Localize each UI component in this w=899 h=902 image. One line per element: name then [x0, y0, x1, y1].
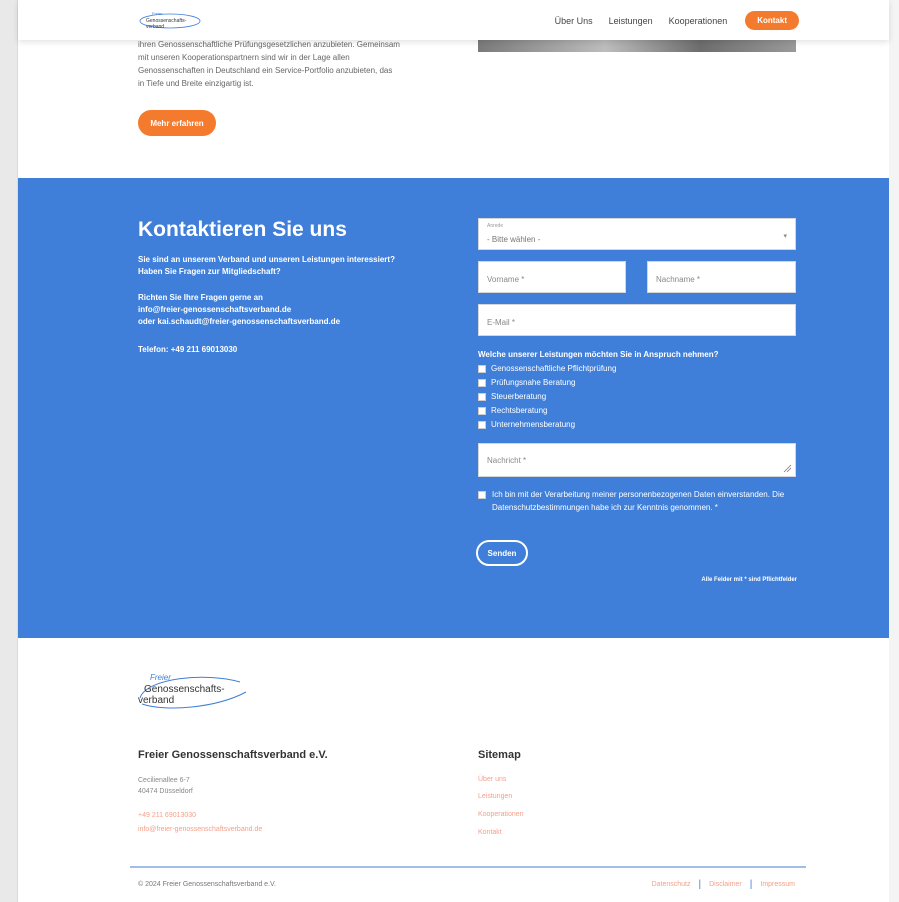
contact-intro-line: Sie sind an unserem Verband und unseren … — [138, 255, 395, 264]
nav-item-kooperationen[interactable]: Kooperationen — [669, 16, 728, 26]
sitemap-link-kontakt[interactable]: Kontakt — [478, 829, 502, 836]
nav-item-leistungen[interactable]: Leistungen — [609, 16, 653, 26]
email-placeholder: E-Mail * — [487, 318, 516, 327]
consent-text: Ich bin mit der Verarbeitung meiner pers… — [492, 490, 785, 512]
service-label: Prüfungsnahe Beratung — [491, 378, 576, 387]
services-question: Welche unserer Leistungen möchten Sie in… — [478, 350, 719, 359]
footer-logo-line-3: verband — [138, 695, 174, 706]
salutation-select[interactable]: Anrede - Bitte wählen - ▾ — [478, 218, 796, 250]
footer-address: Cecilienallee 6-7 40474 Düsseldorf — [138, 775, 193, 797]
chevron-down-icon: ▾ — [783, 233, 787, 240]
contact-phone[interactable]: Telefon: +49 211 69013030 — [138, 344, 448, 356]
footer-address-line: 40474 Düsseldorf — [138, 788, 193, 795]
service-checkbox[interactable] — [478, 392, 486, 401]
header-logo[interactable]: Freier Genossenschafts- verband — [138, 8, 202, 32]
footer-email-link[interactable]: info@freier-genossenschaftsverband.de — [138, 826, 262, 833]
firstname-placeholder: Vorname * — [487, 275, 525, 284]
service-option-2[interactable]: Prüfungsnahe Beratung — [478, 378, 576, 387]
service-checkbox[interactable] — [478, 378, 486, 387]
service-option-5[interactable]: Unternehmensberatung — [478, 420, 575, 429]
intro-image — [478, 38, 796, 52]
contact-email-info: Richten Sie Ihre Fragen gerne an info@fr… — [138, 292, 448, 328]
resize-handle-icon[interactable] — [782, 463, 792, 473]
service-checkbox[interactable] — [478, 364, 486, 373]
message-placeholder: Nachricht * — [487, 456, 527, 465]
contact-email-link[interactable]: info@freier-genossenschaftsverband.de — [138, 304, 448, 316]
legal-link-datenschutz[interactable]: Datenschutz — [652, 881, 691, 888]
intro-line: Genossenschaften in Deutschland ein Serv… — [138, 66, 393, 75]
lastname-placeholder: Nachname * — [656, 275, 701, 284]
sitemap-link-ueber-uns[interactable]: Über uns — [478, 776, 506, 783]
page-edge-right — [889, 0, 899, 902]
contact-email-line: Richten Sie Ihre Fragen gerne an — [138, 293, 263, 302]
intro-line: in Tiefe und Breite einzigartig ist. — [138, 79, 254, 88]
service-checkbox[interactable] — [478, 420, 486, 429]
email-input[interactable]: E-Mail * — [478, 304, 796, 336]
service-option-4[interactable]: Rechtsberatung — [478, 406, 547, 415]
legal-separator: | — [698, 879, 702, 890]
nav-item-ueber-uns[interactable]: Über Uns — [555, 16, 593, 26]
consent-checkbox-row[interactable]: Ich bin mit der Verarbeitung meiner pers… — [478, 488, 798, 514]
legal-link-disclaimer[interactable]: Disclaimer — [709, 881, 742, 888]
service-option-1[interactable]: Genossenschaftliche Pflichtprüfung — [478, 364, 616, 373]
salutation-value: - Bitte wählen - — [487, 235, 541, 244]
contact-email-line-2[interactable]: oder kai.schaudt@freier-genossenschaftsv… — [138, 316, 448, 328]
main-nav: Über Uns Leistungen Kooperationen Kontak… — [555, 11, 799, 30]
consent-checkbox[interactable] — [478, 491, 486, 499]
nav-contact-button[interactable]: Kontakt — [745, 11, 799, 30]
lastname-input[interactable]: Nachname * — [647, 261, 796, 293]
copyright-text: © 2024 Freier Genossenschaftsverband e.V… — [138, 881, 276, 888]
footer-logo-line-1: Freier — [150, 673, 171, 682]
header-logo-text-1: Freier — [152, 11, 163, 16]
footer-sitemap-title: Sitemap — [478, 749, 521, 761]
salutation-label: Anrede — [487, 223, 504, 229]
contact-title: Kontaktieren Sie uns — [138, 218, 347, 241]
contact-section: Kontaktieren Sie uns Sie sind an unserem… — [18, 178, 889, 638]
footer-logo-line-2: Genossenschafts- — [144, 684, 225, 695]
message-textarea[interactable]: Nachricht * — [478, 443, 796, 477]
send-button[interactable]: Senden — [476, 540, 528, 566]
footer-phone-link[interactable]: +49 211 69013030 — [138, 812, 196, 819]
legal-links: Datenschutz | Disclaimer | Impressum — [652, 879, 795, 890]
contact-intro-line: Haben Sie Fragen zur Mitgliedschaft? — [138, 267, 281, 276]
sitemap-link-kooperationen[interactable]: Kooperationen — [478, 811, 524, 818]
footer-address-line: Cecilienallee 6-7 — [138, 777, 190, 784]
service-option-3[interactable]: Steuerberatung — [478, 392, 546, 401]
legal-link-impressum[interactable]: Impressum — [760, 881, 795, 888]
service-checkbox[interactable] — [478, 406, 486, 415]
legal-separator: | — [749, 879, 753, 890]
intro-text: ihren Genossenschaftliche Prüfungsgesetz… — [138, 38, 458, 90]
header-logo-text-3: verband — [146, 24, 164, 30]
sitemap-link-leistungen[interactable]: Leistungen — [478, 793, 512, 800]
service-label: Genossenschaftliche Pflichtprüfung — [491, 364, 617, 373]
service-label: Unternehmensberatung — [491, 420, 576, 429]
page-edge-left — [0, 0, 18, 902]
service-label: Rechtsberatung — [491, 406, 548, 415]
contact-intro: Sie sind an unserem Verband und unseren … — [138, 254, 448, 278]
service-label: Steuerberatung — [491, 392, 547, 401]
firstname-input[interactable]: Vorname * — [478, 261, 626, 293]
more-info-button[interactable]: Mehr erfahren — [138, 110, 216, 136]
required-fields-note: Alle Felder mit * sind Pflichtfelder — [701, 577, 797, 583]
site-header: Freier Genossenschafts- verband Über Uns… — [18, 0, 889, 40]
footer-logo[interactable]: Freier Genossenschafts- verband — [136, 668, 256, 712]
intro-line: mit unseren Kooperationspartnern sind wi… — [138, 53, 350, 62]
footer-company-title: Freier Genossenschaftsverband e.V. — [138, 749, 328, 761]
footer-divider — [130, 866, 806, 868]
